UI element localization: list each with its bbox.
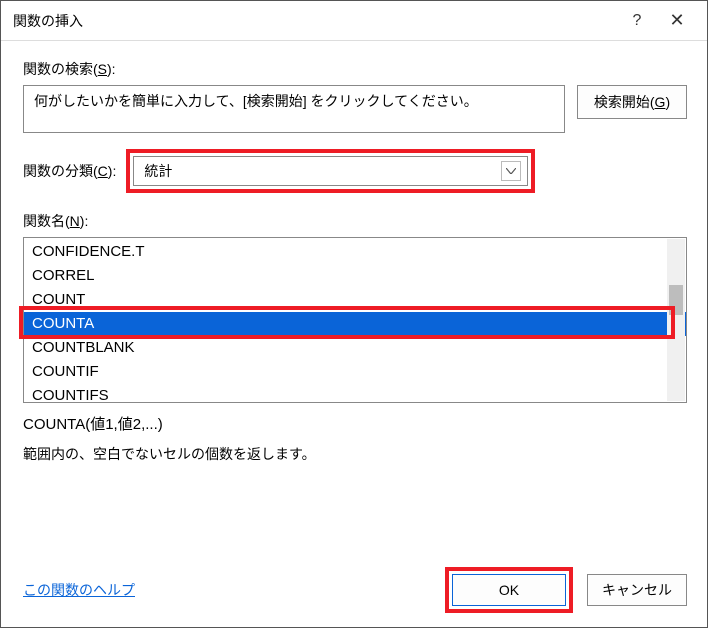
titlebar: 関数の挿入 ? ✕	[1, 1, 707, 41]
dialog-root: 関数の挿入 ? ✕ 関数の検索(S): 何がしたいかを簡単に入力して、[検索開始…	[1, 1, 707, 627]
scroll-thumb[interactable]	[669, 285, 683, 315]
list-item[interactable]: COUNTIF	[24, 360, 686, 384]
list-item[interactable]: COUNTA	[24, 312, 686, 336]
close-icon[interactable]: ✕	[657, 10, 697, 31]
function-signature: COUNTA(値1,値2,...)	[23, 413, 687, 434]
help-icon[interactable]: ?	[617, 12, 657, 30]
category-value: 統計	[144, 161, 172, 181]
dialog-content: 関数の検索(S): 何がしたいかを簡単に入力して、[検索開始] をクリックしてく…	[1, 41, 707, 464]
category-highlight: 統計	[126, 149, 535, 193]
list-item[interactable]: COUNTIFS	[24, 384, 686, 403]
ok-button[interactable]: OK	[452, 574, 566, 606]
search-input[interactable]: 何がしたいかを簡単に入力して、[検索開始] をクリックしてください。	[23, 85, 565, 133]
function-description: 範囲内の、空白でないセルの個数を返します。	[23, 444, 687, 464]
category-select[interactable]: 統計	[133, 156, 528, 186]
cancel-button[interactable]: キャンセル	[587, 574, 687, 606]
list-item[interactable]: COUNT	[24, 288, 686, 312]
search-label: 関数の検索(S):	[23, 59, 687, 79]
list-item[interactable]: CONFIDENCE.T	[24, 240, 686, 264]
search-row: 何がしたいかを簡単に入力して、[検索開始] をクリックしてください。 検索開始(…	[23, 85, 687, 133]
category-row: 関数の分類(C): 統計	[23, 149, 687, 193]
list-item[interactable]: CORREL	[24, 264, 686, 288]
search-start-button[interactable]: 検索開始(G)	[577, 85, 687, 119]
scrollbar[interactable]	[667, 239, 685, 401]
function-listbox-wrap: CONFIDENCE.TCORRELCOUNTCOUNTACOUNTBLANKC…	[23, 237, 687, 403]
help-link[interactable]: この関数のヘルプ	[23, 580, 135, 600]
function-name-label: 関数名(N):	[23, 211, 687, 231]
footer-buttons: OK キャンセル	[445, 567, 687, 613]
function-listbox[interactable]: CONFIDENCE.TCORRELCOUNTCOUNTACOUNTBLANKC…	[23, 237, 687, 403]
ok-highlight: OK	[445, 567, 573, 613]
list-item[interactable]: COUNTBLANK	[24, 336, 686, 360]
dialog-title: 関数の挿入	[13, 11, 617, 31]
dialog-footer: この関数のヘルプ OK キャンセル	[23, 567, 687, 613]
chevron-down-icon	[501, 161, 521, 181]
category-label: 関数の分類(C):	[23, 161, 116, 181]
